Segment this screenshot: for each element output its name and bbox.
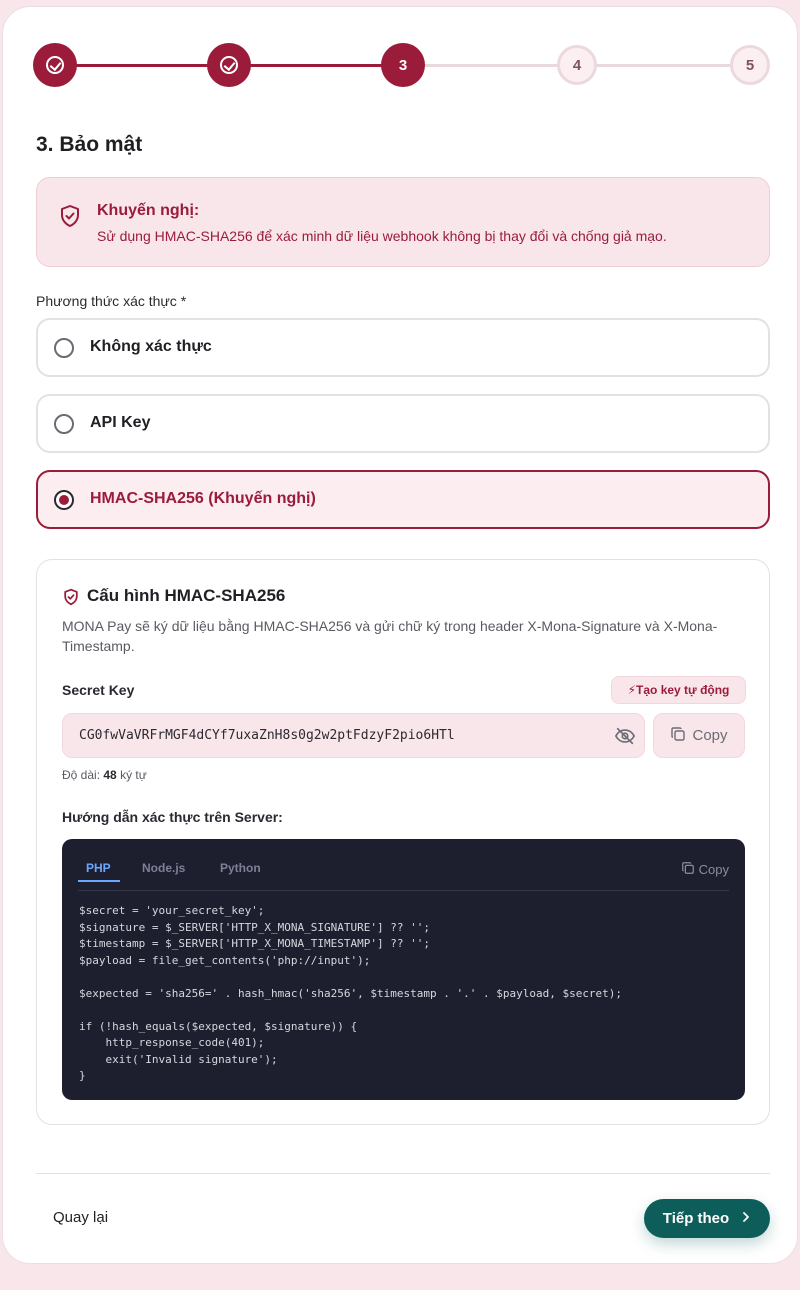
step-number: 4 <box>572 56 582 74</box>
next-button[interactable]: Tiếp theo <box>644 1199 770 1238</box>
footer-divider <box>36 1173 770 1174</box>
secret-key-label: Secret Key <box>62 682 135 698</box>
chevron-right-icon <box>741 1210 751 1227</box>
hmac-config-panel: Cấu hình HMAC-SHA256 MONA Pay sẽ ký dữ l… <box>36 559 770 1125</box>
copy-label: Copy <box>692 727 728 744</box>
shield-check-icon <box>63 588 79 611</box>
step-number: 5 <box>745 56 755 74</box>
code-snippet: $secret = 'your_secret_key'; $signature … <box>79 904 623 1082</box>
secret-key-input[interactable] <box>62 713 645 758</box>
config-title: Cấu hình HMAC-SHA256 <box>87 586 286 605</box>
copy-code-label: Copy <box>698 862 729 877</box>
step-connector <box>229 64 403 67</box>
step-number: 3 <box>398 56 408 74</box>
auth-option-api-key[interactable]: API Key <box>36 394 770 453</box>
step-2[interactable] <box>207 43 251 87</box>
auth-method-label: Phương thức xác thực * <box>36 293 187 309</box>
radio-button[interactable] <box>54 338 74 358</box>
tab-python[interactable]: Python <box>220 861 261 875</box>
step-4[interactable]: 4 <box>557 45 597 85</box>
auth-option-none[interactable]: Không xác thực <box>36 318 770 377</box>
notice-title: Khuyến nghị: <box>97 202 200 219</box>
key-length-suffix: ký tự <box>120 768 147 782</box>
step-5[interactable]: 5 <box>730 45 770 85</box>
check-icon <box>220 56 238 74</box>
key-length-prefix: Độ dài: <box>62 768 101 782</box>
server-guide-title: Hướng dẫn xác thực trên Server: <box>62 809 283 825</box>
copy-code-button[interactable]: Copy <box>681 861 729 878</box>
code-block: PHP Node.js Python Copy $secret = 'your_… <box>62 839 745 1100</box>
section-title: 3. Bảo mật <box>36 133 143 156</box>
recommendation-notice: Khuyến nghị: Sử dụng HMAC-SHA256 để xác … <box>36 177 770 267</box>
step-3[interactable]: 3 <box>381 43 425 87</box>
auth-option-label: Không xác thực <box>90 338 212 355</box>
step-1[interactable] <box>33 43 77 87</box>
copy-icon <box>670 726 686 746</box>
auth-option-label: API Key <box>90 414 151 431</box>
auth-option-hmac[interactable]: HMAC-SHA256 (Khuyến nghị) <box>36 470 770 529</box>
shield-check-icon <box>59 204 81 233</box>
generate-key-button[interactable]: ⚡Tạo key tự động <box>611 676 746 704</box>
active-tab-indicator <box>78 880 120 882</box>
step-connector <box>55 64 229 67</box>
back-button[interactable]: Quay lại <box>53 1209 108 1226</box>
next-button-label: Tiếp theo <box>662 1210 730 1227</box>
config-description: MONA Pay sẽ ký dữ liệu bằng HMAC-SHA256 … <box>62 618 718 654</box>
copy-icon <box>681 861 695 878</box>
wizard-card: 3 4 5 3. Bảo mật Khuyến nghị: Sử dụng HM… <box>2 6 798 1264</box>
radio-button-selected[interactable] <box>54 490 74 510</box>
key-length-value: 48 <box>103 768 117 782</box>
copy-key-button[interactable]: Copy <box>653 713 745 758</box>
check-icon <box>46 56 64 74</box>
stepper: 3 4 5 <box>33 43 771 87</box>
key-length: Độ dài: 48 ký tự <box>62 768 147 782</box>
auth-option-label: HMAC-SHA256 (Khuyến nghị) <box>90 490 316 507</box>
notice-text: Sử dụng HMAC-SHA256 để xác minh dữ liệu … <box>97 228 667 244</box>
tab-nodejs[interactable]: Node.js <box>142 861 185 875</box>
radio-button[interactable] <box>54 414 74 434</box>
tab-php[interactable]: PHP <box>86 861 111 875</box>
code-tabs: PHP Node.js Python <box>78 861 729 891</box>
eye-off-icon[interactable] <box>614 725 636 747</box>
step-connector <box>403 64 577 67</box>
step-connector <box>577 64 751 67</box>
